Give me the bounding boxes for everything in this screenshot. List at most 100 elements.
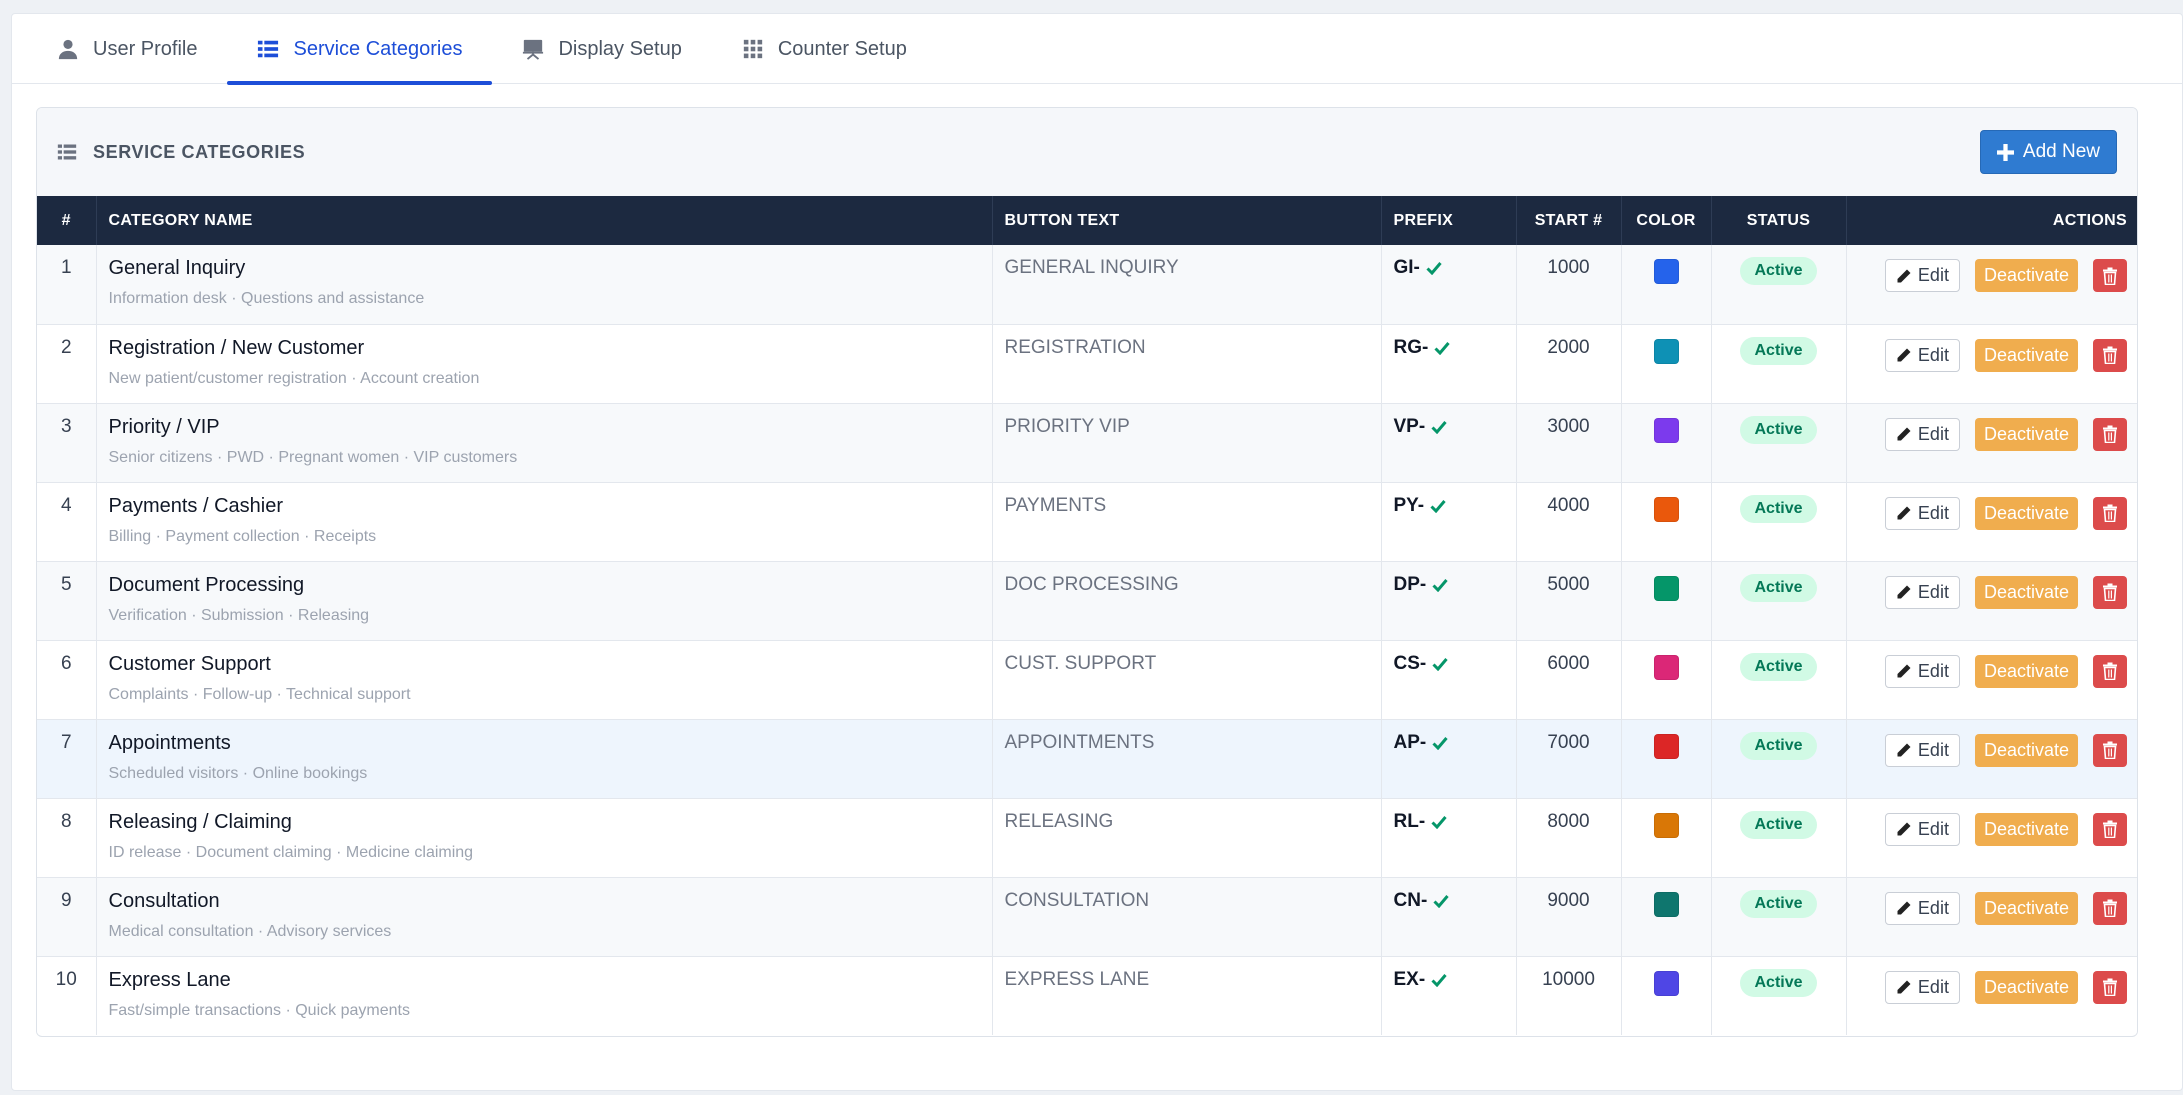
edit-button[interactable]: Edit	[1884, 417, 1960, 451]
color-cell	[1621, 877, 1712, 956]
status-cell: Active	[1711, 956, 1847, 1035]
prefix-value: DP-	[1393, 573, 1427, 595]
table-row: 10 Express Lane Fast/simple transactions…	[37, 956, 2137, 1035]
col-start: START #	[1516, 196, 1622, 245]
delete-button[interactable]	[2093, 338, 2127, 372]
status-cell: Active	[1711, 403, 1847, 482]
deactivate-button[interactable]: Deactivate	[1974, 417, 2078, 451]
check-icon	[1431, 420, 1447, 434]
table-row: 8 Releasing / Claiming ID release · Docu…	[37, 798, 2137, 877]
edit-label: Edit	[1917, 897, 1949, 918]
category-description: ID release · Document claiming · Medicin…	[108, 843, 474, 861]
user-icon	[58, 39, 78, 60]
delete-button[interactable]	[2093, 970, 2127, 1004]
button-text: GENERAL INQUIRY	[992, 245, 1382, 324]
trash-icon	[2103, 978, 2117, 996]
button-text: EXPRESS LANE	[992, 956, 1382, 1035]
prefix-cell: CS-	[1381, 640, 1517, 719]
button-text: PRIORITY VIP	[992, 403, 1382, 482]
card-title: SERVICE CATEGORIES	[57, 142, 305, 163]
service-categories-card: SERVICE CATEGORIES Add New # CATEGORY NA…	[36, 107, 2138, 1037]
edit-button[interactable]: Edit	[1884, 812, 1960, 846]
delete-button[interactable]	[2093, 575, 2127, 609]
delete-button[interactable]	[2093, 654, 2127, 688]
color-swatch	[1653, 338, 1679, 364]
category-description: Verification · Submission · Releasing	[108, 606, 370, 624]
edit-button[interactable]: Edit	[1884, 733, 1960, 767]
edit-button[interactable]: Edit	[1884, 496, 1960, 530]
start-number: 8000	[1516, 798, 1622, 877]
card-header: SERVICE CATEGORIES Add New	[37, 108, 2137, 196]
deactivate-button[interactable]: Deactivate	[1974, 970, 2078, 1004]
deactivate-button[interactable]: Deactivate	[1974, 338, 2078, 372]
tab-display-setup[interactable]: Display Setup	[492, 14, 711, 84]
pencil-icon	[1897, 506, 1911, 520]
delete-button[interactable]	[2093, 496, 2127, 530]
list-icon	[57, 144, 77, 160]
deactivate-button[interactable]: Deactivate	[1974, 654, 2078, 688]
delete-button[interactable]	[2093, 417, 2127, 451]
table-header: # CATEGORY NAME BUTTON TEXT PREFIX START…	[37, 196, 2137, 245]
pencil-icon	[1897, 822, 1911, 836]
category-name: Appointments	[108, 731, 231, 754]
delete-button[interactable]	[2093, 259, 2127, 292]
edit-label: Edit	[1917, 344, 1949, 365]
pencil-icon	[1897, 901, 1911, 915]
category-cell: Appointments Scheduled visitors · Online…	[96, 719, 993, 798]
deactivate-button[interactable]: Deactivate	[1974, 575, 2078, 609]
tab-service-categories[interactable]: Service Categories	[227, 14, 493, 85]
check-icon	[1431, 973, 1447, 987]
edit-button[interactable]: Edit	[1884, 970, 1960, 1004]
deactivate-button[interactable]: Deactivate	[1974, 891, 2078, 925]
deactivate-button[interactable]: Deactivate	[1974, 812, 2078, 846]
edit-button[interactable]: Edit	[1884, 654, 1960, 688]
status-badge: Active	[1740, 810, 1817, 839]
delete-button[interactable]	[2093, 733, 2127, 767]
check-icon	[1431, 815, 1447, 829]
add-new-button[interactable]: Add New	[1979, 130, 2117, 174]
edit-button[interactable]: Edit	[1884, 891, 1960, 925]
status-cell: Active	[1711, 798, 1847, 877]
category-description: Fast/simple transactions · Quick payment…	[108, 1001, 410, 1019]
edit-button[interactable]: Edit	[1884, 259, 1960, 292]
col-button-text: BUTTON TEXT	[992, 196, 1382, 245]
edit-button[interactable]: Edit	[1884, 338, 1960, 372]
row-number: 6	[37, 640, 97, 719]
category-name: Document Processing	[108, 573, 305, 596]
status-badge: Active	[1740, 652, 1817, 681]
deactivate-button[interactable]: Deactivate	[1974, 496, 2078, 530]
color-cell	[1621, 798, 1712, 877]
trash-icon	[2103, 820, 2117, 838]
category-description: Information desk · Questions and assista…	[108, 290, 425, 307]
table-row: 4 Payments / Cashier Billing · Payment c…	[37, 482, 2137, 561]
deactivate-button[interactable]: Deactivate	[1974, 733, 2078, 767]
category-cell: Payments / Cashier Billing · Payment col…	[96, 482, 993, 561]
category-description: Complaints · Follow-up · Technical suppo…	[108, 685, 411, 703]
color-swatch	[1653, 654, 1679, 680]
prefix-cell: EX-	[1381, 956, 1517, 1035]
category-description: Billing · Payment collection · Receipts	[108, 527, 377, 545]
prefix-value: CS-	[1393, 652, 1427, 674]
edit-label: Edit	[1917, 660, 1949, 681]
check-icon	[1426, 262, 1442, 275]
prefix-value: EX-	[1393, 968, 1426, 990]
prefix-value: GI-	[1393, 257, 1420, 278]
edit-button[interactable]: Edit	[1884, 575, 1960, 609]
color-swatch	[1653, 970, 1679, 996]
trash-icon	[2103, 662, 2117, 680]
category-name: Payments / Cashier	[108, 494, 284, 517]
color-swatch	[1653, 891, 1679, 917]
delete-button[interactable]	[2093, 812, 2127, 846]
button-text: CONSULTATION	[992, 877, 1382, 956]
trash-icon	[2103, 267, 2117, 285]
color-cell	[1621, 245, 1712, 324]
prefix-value: AP-	[1393, 731, 1427, 753]
tab-user-profile[interactable]: User Profile	[27, 14, 227, 84]
col-category-name: CATEGORY NAME	[96, 196, 993, 245]
prefix-cell: DP-	[1381, 561, 1517, 640]
tab-counter-setup[interactable]: Counter Setup	[712, 14, 937, 84]
start-number: 2000	[1516, 324, 1622, 403]
deactivate-button[interactable]: Deactivate	[1974, 259, 2078, 292]
start-number: 6000	[1516, 640, 1622, 719]
delete-button[interactable]	[2093, 891, 2127, 925]
